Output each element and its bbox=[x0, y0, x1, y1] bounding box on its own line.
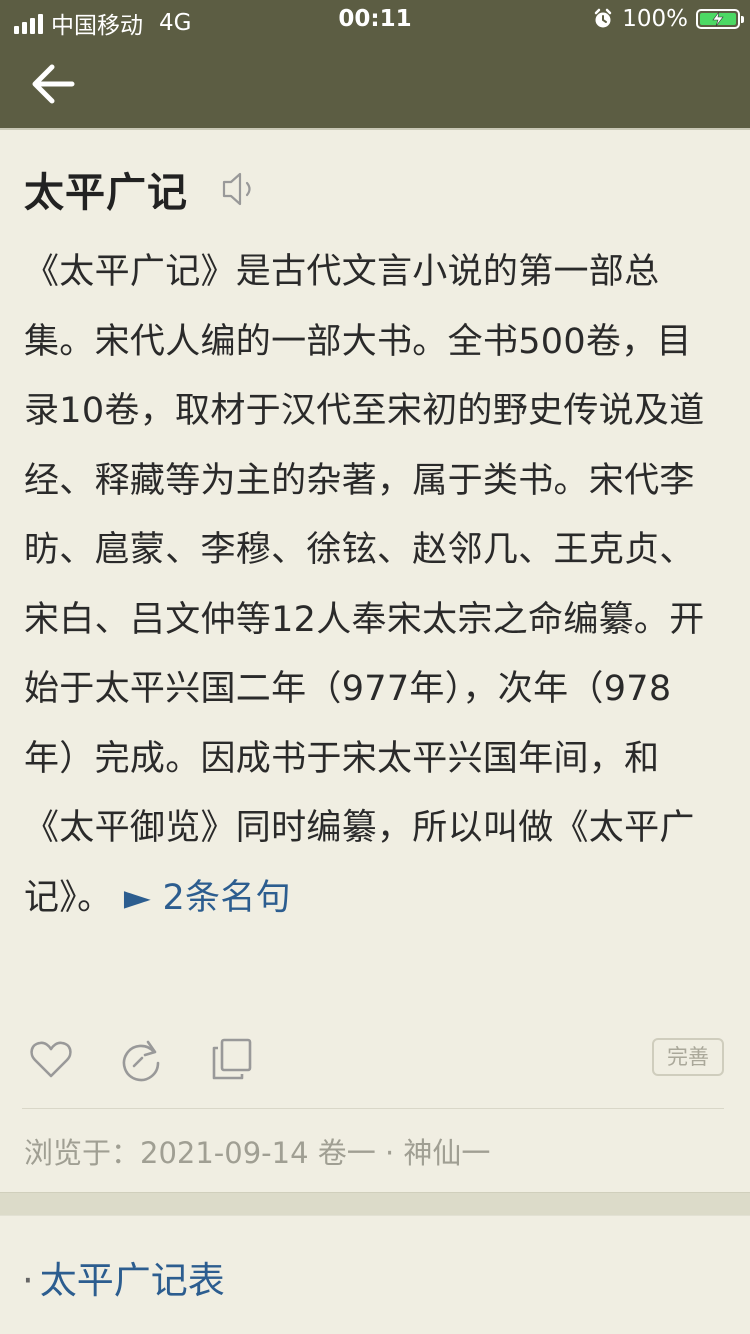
copy-icon[interactable] bbox=[209, 1036, 255, 1082]
status-right: 100% bbox=[592, 6, 744, 32]
related-label[interactable]: 太平广记表 bbox=[40, 1259, 225, 1302]
perfect-button[interactable]: 完善 bbox=[652, 1038, 724, 1076]
article-body: 《太平广记》是古代文言小说的第一部总集。宋代人编的一部大书。全书500卷，目录1… bbox=[24, 238, 724, 933]
page-title: 太平广记 bbox=[24, 170, 188, 216]
share-icon[interactable] bbox=[118, 1036, 164, 1082]
browsed-info: 浏览于：2021-09-14 卷一 · 神仙一 bbox=[24, 1136, 491, 1170]
status-bar: 中国移动 4G 00:11 100% bbox=[0, 0, 750, 40]
related-link[interactable]: · 太平广记表 bbox=[22, 1250, 225, 1304]
divider bbox=[22, 1108, 724, 1109]
bullet: · bbox=[22, 1259, 34, 1302]
arrow-left-icon[interactable] bbox=[28, 62, 78, 106]
heart-icon[interactable] bbox=[28, 1036, 74, 1082]
speaker-icon[interactable] bbox=[218, 167, 262, 211]
action-bar: 完善 bbox=[28, 1034, 724, 1084]
nav-bar bbox=[0, 40, 750, 130]
quotes-link[interactable]: ► 2条名句 bbox=[124, 878, 291, 918]
section-separator bbox=[0, 1192, 750, 1216]
battery-percent: 100% bbox=[622, 6, 688, 32]
battery-icon bbox=[696, 9, 744, 29]
alarm-icon bbox=[594, 8, 612, 28]
title-row: 太平广记 bbox=[24, 160, 262, 218]
article-text: 《太平广记》是古代文言小说的第一部总集。宋代人编的一部大书。全书500卷，目录1… bbox=[24, 252, 705, 918]
